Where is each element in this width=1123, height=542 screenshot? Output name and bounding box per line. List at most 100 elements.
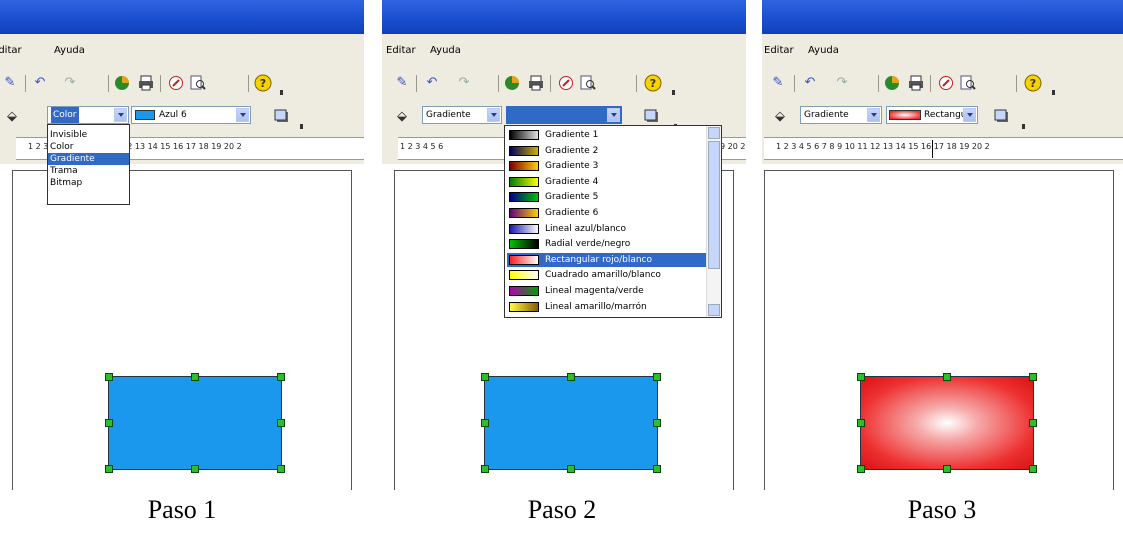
selection-handle[interactable] xyxy=(857,373,865,381)
selection-handle[interactable] xyxy=(943,465,951,473)
menu-help[interactable]: Ayuda xyxy=(430,45,461,56)
brush-icon[interactable]: ✎ xyxy=(770,75,786,91)
undo-icon[interactable]: ↶ xyxy=(424,75,440,91)
option-gradiente[interactable]: Gradiente xyxy=(48,153,129,165)
selection-handle[interactable] xyxy=(191,465,199,473)
gradient-option[interactable]: Rectangular rojo/blanco xyxy=(507,252,707,267)
redo-icon[interactable]: ↷ xyxy=(456,75,472,91)
brush-icon[interactable]: ✎ xyxy=(394,75,410,91)
printer-icon[interactable] xyxy=(908,75,924,91)
brush-icon[interactable]: ✎ xyxy=(2,75,18,91)
selection-handle[interactable] xyxy=(481,419,489,427)
gradient-option-label: Radial verde/negro xyxy=(545,239,631,250)
redo-icon[interactable]: ↷ xyxy=(62,75,78,91)
fill-type-select[interactable]: Gradiente xyxy=(800,106,882,124)
selection-handle[interactable] xyxy=(857,465,865,473)
option-trama[interactable]: Trama xyxy=(48,165,129,177)
selection-handle[interactable] xyxy=(481,373,489,381)
fill-type-select[interactable]: Gradiente xyxy=(422,106,502,124)
fill-type-select[interactable]: Color xyxy=(47,106,129,124)
fill-value-select[interactable]: Rectangula xyxy=(886,106,978,124)
gradient-option[interactable]: Lineal magenta/verde xyxy=(507,284,707,298)
gradient-option[interactable]: Gradiente 6 xyxy=(507,206,707,220)
undo-icon[interactable]: ↶ xyxy=(802,75,818,91)
selection-handle[interactable] xyxy=(653,465,661,473)
chevron-down-icon[interactable] xyxy=(607,108,620,122)
selection-handle[interactable] xyxy=(277,419,285,427)
gradient-option-label: Lineal amarillo/marrón xyxy=(545,301,647,312)
gradient-option[interactable]: Cuadrado amarillo/blanco xyxy=(507,268,707,282)
navigator-icon[interactable] xyxy=(168,75,184,91)
selection-handle[interactable] xyxy=(105,465,113,473)
selection-handle[interactable] xyxy=(653,373,661,381)
undo-icon[interactable]: ↶ xyxy=(32,75,48,91)
zoom-icon[interactable] xyxy=(190,75,206,91)
zoom-icon[interactable] xyxy=(960,75,976,91)
menu-edit[interactable]: Editar xyxy=(0,45,22,56)
selection-handle[interactable] xyxy=(653,419,661,427)
printer-icon[interactable] xyxy=(528,75,544,91)
selection-handle[interactable] xyxy=(567,465,575,473)
gradient-option[interactable]: Gradiente 5 xyxy=(507,190,707,204)
help-icon[interactable]: ? xyxy=(644,74,662,92)
gradient-option[interactable]: Gradiente 4 xyxy=(507,175,707,189)
gradient-option[interactable]: Gradiente 2 xyxy=(507,144,707,158)
shadow-icon[interactable] xyxy=(644,109,660,125)
chevron-down-icon[interactable] xyxy=(487,108,500,122)
panel-step-1: Editar Ayuda ✎ ↶ ↷ ? ⬙ Color Azul 6 1 2 … xyxy=(0,0,364,490)
option-bitmap[interactable]: Bitmap xyxy=(48,177,129,189)
menu-edit[interactable]: Editar xyxy=(386,45,416,56)
printer-icon[interactable] xyxy=(138,75,154,91)
area-fill-icon[interactable]: ⬙ xyxy=(772,109,788,125)
scrollbar[interactable] xyxy=(706,126,721,317)
zoom-icon[interactable] xyxy=(580,75,596,91)
selection-handle[interactable] xyxy=(277,465,285,473)
scroll-thumb[interactable] xyxy=(708,141,720,269)
selection-handle[interactable] xyxy=(105,419,113,427)
selection-handle[interactable] xyxy=(943,373,951,381)
gradient-option[interactable]: Gradiente 1 xyxy=(507,128,707,142)
gradient-option[interactable]: Lineal azul/blanco xyxy=(507,222,707,236)
redo-icon[interactable]: ↷ xyxy=(834,75,850,91)
chevron-down-icon[interactable] xyxy=(236,108,249,122)
selection-handle[interactable] xyxy=(105,373,113,381)
fill-value-select[interactable]: Azul 6 xyxy=(131,106,251,124)
chart-icon[interactable] xyxy=(504,75,520,91)
gradient-option-label: Rectangular rojo/blanco xyxy=(545,254,653,265)
chart-icon[interactable] xyxy=(884,75,900,91)
selection-handle[interactable] xyxy=(1029,465,1037,473)
scroll-up-icon[interactable] xyxy=(708,127,720,139)
area-fill-icon[interactable]: ⬙ xyxy=(4,109,20,125)
rectangle-shape[interactable] xyxy=(481,373,661,473)
option-invisible[interactable]: Invisible xyxy=(48,129,129,141)
selection-handle[interactable] xyxy=(191,373,199,381)
selection-handle[interactable] xyxy=(1029,373,1037,381)
chevron-down-icon[interactable] xyxy=(867,108,880,122)
shadow-icon[interactable] xyxy=(994,109,1010,125)
option-color[interactable]: Color xyxy=(48,141,129,153)
menu-help[interactable]: Ayuda xyxy=(54,45,85,56)
gradient-option[interactable]: Lineal amarillo/marrón xyxy=(507,300,707,314)
navigator-icon[interactable] xyxy=(938,75,954,91)
rectangle-shape[interactable] xyxy=(857,373,1037,473)
menu-edit[interactable]: Editar xyxy=(764,45,794,56)
menu-help[interactable]: Ayuda xyxy=(808,45,839,56)
chevron-down-icon[interactable] xyxy=(963,108,976,122)
navigator-icon[interactable] xyxy=(558,75,574,91)
area-fill-icon[interactable]: ⬙ xyxy=(394,109,410,125)
chevron-down-icon[interactable] xyxy=(114,108,127,122)
selection-handle[interactable] xyxy=(277,373,285,381)
help-icon[interactable]: ? xyxy=(1024,74,1042,92)
shadow-icon[interactable] xyxy=(274,109,290,125)
fill-value-select[interactable] xyxy=(506,106,622,124)
scroll-down-icon[interactable] xyxy=(708,304,720,316)
chart-icon[interactable] xyxy=(114,75,130,91)
gradient-option[interactable]: Radial verde/negro xyxy=(507,237,707,251)
rectangle-shape[interactable] xyxy=(105,373,285,473)
gradient-option[interactable]: Gradiente 3 xyxy=(507,159,707,173)
selection-handle[interactable] xyxy=(481,465,489,473)
selection-handle[interactable] xyxy=(1029,419,1037,427)
selection-handle[interactable] xyxy=(567,373,575,381)
selection-handle[interactable] xyxy=(857,419,865,427)
help-icon[interactable]: ? xyxy=(254,74,272,92)
